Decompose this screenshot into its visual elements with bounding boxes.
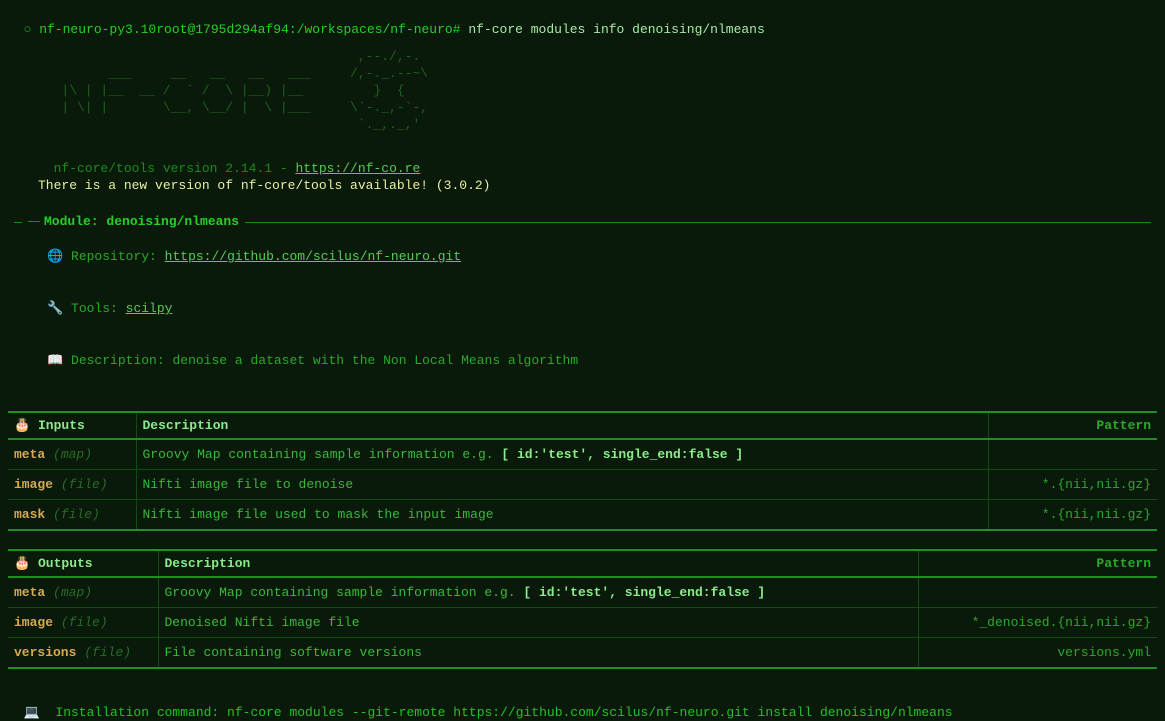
inputs-header-pattern: Pattern xyxy=(988,412,1157,439)
param-desc-code: [ id:'test', single_end:false ] xyxy=(523,585,765,600)
description-line: 📖 Description: denoise a dataset with th… xyxy=(16,335,1151,386)
version-text: nf-core/tools version 2.14.1 - xyxy=(54,161,296,176)
module-info-box: Module: denoising/nlmeans 🌐 Repository: … xyxy=(8,214,1157,393)
prompt-command: nf-core modules info denoising/nlmeans xyxy=(468,22,764,37)
param-pattern: versions.yml xyxy=(919,638,1157,669)
prompt-env: nf-neuro-py3.10 xyxy=(39,22,156,37)
module-title: Module: denoising/nlmeans xyxy=(22,213,245,230)
inputs-header-name: 🎂 Inputs xyxy=(8,412,136,439)
param-pattern xyxy=(919,577,1157,608)
param-desc: Groovy Map containing sample information… xyxy=(143,447,502,462)
repo-url-link[interactable]: https://github.com/scilus/nf-neuro.git xyxy=(165,249,461,264)
inputs-header-desc: Description xyxy=(136,412,988,439)
param-desc: Groovy Map containing sample information… xyxy=(165,585,524,600)
param-type: (file) xyxy=(61,477,108,492)
param-type: (file) xyxy=(53,507,100,522)
param-pattern: *_denoised.{nii,nii.gz} xyxy=(919,608,1157,638)
tools-link[interactable]: scilpy xyxy=(126,301,173,316)
param-name: mask xyxy=(14,507,45,522)
table-row: mask (file) Nifti image file used to mask… xyxy=(8,500,1157,531)
param-name: meta xyxy=(14,447,45,462)
table-row: versions (file) File containing software … xyxy=(8,638,1157,669)
param-pattern xyxy=(988,439,1157,470)
install-command-line: 💻 Installation command: nf-core modules … xyxy=(8,687,1157,721)
inputs-table: 🎂 Inputs Description Pattern meta (map) G… xyxy=(8,411,1157,531)
laptop-icon: 💻 xyxy=(24,705,40,720)
table-row: image (file) Denoised Nifti image file *_d… xyxy=(8,608,1157,638)
param-desc: Denoised Nifti image file xyxy=(165,615,360,630)
param-name: image xyxy=(14,477,53,492)
param-type: (file) xyxy=(84,645,131,660)
outputs-table: 🎂 Outputs Description Pattern meta (map)… xyxy=(8,549,1157,669)
repo-line: 🌐 Repository: https://github.com/scilus/… xyxy=(16,231,1151,282)
shell-prompt[interactable]: ○ nf-neuro-py3.10root@1795d294af94:/work… xyxy=(8,4,1157,38)
outputs-header-desc: Description xyxy=(158,550,919,577)
new-version-notice: There is a new version of nf-core/tools … xyxy=(38,177,1157,194)
param-type: (map) xyxy=(53,447,92,462)
wrench-icon: 🔧 xyxy=(47,300,63,317)
param-desc: Nifti image file to denoise xyxy=(143,477,354,492)
param-desc-code: [ id:'test', single_end:false ] xyxy=(501,447,743,462)
table-row: meta (map) Groovy Map containing sample i… xyxy=(8,577,1157,608)
table-row: meta (map) Groovy Map containing sample i… xyxy=(8,439,1157,470)
outputs-header-name: 🎂 Outputs xyxy=(8,550,158,577)
param-type: (map) xyxy=(53,585,92,600)
cake-icon: 🎂 xyxy=(14,556,30,571)
param-name: image xyxy=(14,615,53,630)
param-type: (file) xyxy=(61,615,108,630)
param-name: meta xyxy=(14,585,45,600)
version-url-link[interactable]: https://nf-co.re xyxy=(295,161,420,176)
prompt-userhost: root@1795d294af94: xyxy=(156,22,296,37)
param-desc: Nifti image file used to mask the input … xyxy=(143,507,494,522)
globe-icon: 🌐 xyxy=(47,248,63,265)
prompt-arrow: ○ xyxy=(24,22,40,37)
book-icon: 📖 xyxy=(47,352,63,369)
prompt-cwd: /workspaces/nf-neuro xyxy=(297,22,453,37)
tools-version-line: nf-core/tools version 2.14.1 - https://n… xyxy=(38,143,1157,177)
tools-line: 🔧 Tools: scilpy xyxy=(16,283,1151,334)
param-pattern: *.{nii,nii.gz} xyxy=(988,470,1157,500)
param-desc: File containing software versions xyxy=(165,645,422,660)
nf-core-ascii-logo: ,--./,-. ___ __ __ __ ___ /,-._.--~\ |\ … xyxy=(38,48,1157,133)
outputs-header-pattern: Pattern xyxy=(919,550,1157,577)
cake-icon: 🎂 xyxy=(14,418,30,433)
install-command-text: nf-core modules --git-remote https://git… xyxy=(227,705,953,720)
box-rule: Module: denoising/nlmeans xyxy=(14,222,1151,223)
param-name: versions xyxy=(14,645,76,660)
param-pattern: *.{nii,nii.gz} xyxy=(988,500,1157,531)
table-row: image (file) Nifti image file to denoise *… xyxy=(8,470,1157,500)
